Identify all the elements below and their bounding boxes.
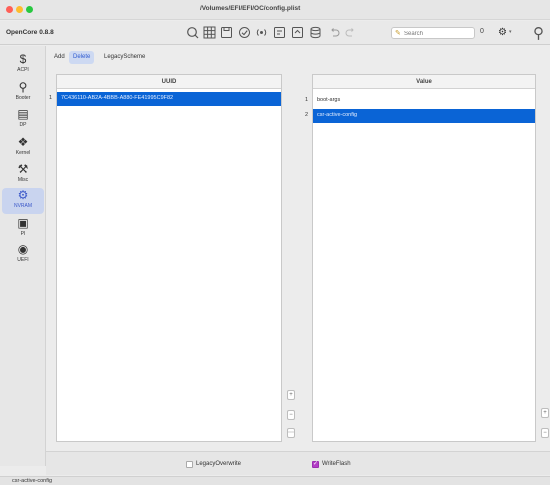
add-uuid-button[interactable]: +: [287, 390, 295, 400]
sidebar-item-label: PI: [20, 231, 26, 237]
import-icon[interactable]: [273, 26, 286, 39]
sidebar-item-label: DP: [19, 122, 27, 128]
value-cell: csr-active-config: [317, 112, 358, 118]
chevron-down-icon[interactable]: ▾: [509, 29, 512, 35]
search-input[interactable]: [404, 29, 472, 38]
uefi-icon: ◉: [17, 242, 29, 256]
kernel-icon: ❖: [17, 135, 29, 149]
sidebar-item-kernel[interactable]: ❖ Kernel: [2, 135, 44, 161]
radio-icon[interactable]: [255, 26, 268, 39]
sidebar-item-label: Kernel: [15, 150, 31, 156]
tab-delete[interactable]: Delete: [69, 51, 95, 64]
toolbar: OpenCore 0.8.8 ✎ 0 ⚙ ▾ ⚲: [0, 21, 550, 45]
platform-info-icon: ▣: [17, 216, 29, 230]
sidebar-item-nvram[interactable]: ⚙ NVRAM: [2, 188, 44, 214]
sidebar-item-label: NVRAM: [13, 203, 33, 209]
row-index: 2: [305, 112, 309, 118]
more-uuid-button[interactable]: ⋯: [287, 428, 295, 438]
remove-uuid-button[interactable]: −: [287, 410, 295, 420]
table-row[interactable]: 1 7C436110-AB2A-4BBB-A880-FE41995C9F82: [49, 92, 281, 106]
sidebar-item-misc[interactable]: ⚒ Misc: [2, 162, 44, 188]
window-title: /Volumes/EFI/EFI/OC/config.plist: [200, 5, 301, 12]
misc-icon: ⚒: [17, 162, 29, 176]
legacy-overwrite-checkbox[interactable]: [186, 461, 193, 468]
sidebar-item-acpi[interactable]: $ ACPI: [2, 52, 44, 78]
sidebar-item-label: Misc: [17, 177, 29, 183]
undo-icon[interactable]: [328, 26, 341, 39]
gear-icon[interactable]: ⚙: [498, 27, 507, 38]
sidebar-item-dp[interactable]: ▤ DP: [2, 107, 44, 133]
row-index: 1: [49, 95, 53, 101]
find-icon[interactable]: ⚲: [533, 24, 544, 42]
options-bar: LegacyOverwrite WriteFlash: [46, 451, 550, 475]
search-icon: ✎: [395, 30, 401, 37]
sidebar: $ ACPI ⚲ Booter ▤ DP ❖ Kernel ⚒ Misc ⚙ N…: [0, 46, 46, 466]
app-name: OpenCore 0.8.8: [6, 29, 54, 36]
grid-icon[interactable]: [203, 26, 216, 39]
acpi-icon: $: [19, 52, 27, 66]
check-icon[interactable]: [238, 26, 251, 39]
tab-legacyscheme[interactable]: LegacyScheme: [100, 51, 149, 64]
status-text: csr-active-config: [12, 478, 53, 484]
add-value-button[interactable]: +: [541, 408, 549, 418]
status-bar: csr-active-config: [0, 476, 550, 485]
search-box[interactable]: ✎: [391, 27, 475, 39]
booter-icon: ⚲: [18, 80, 28, 94]
uuid-column-header: UUID: [57, 75, 281, 89]
uuid-table: UUID 1 7C436110-AB2A-4BBB-A880-FE41995C9…: [49, 74, 282, 442]
row-index: 1: [305, 97, 309, 103]
magnifier-icon[interactable]: [186, 26, 199, 39]
redo-icon[interactable]: [344, 26, 357, 39]
sidebar-item-label: Booter: [15, 95, 31, 101]
minimize-window-button[interactable]: [16, 6, 23, 13]
value-column-header: Value: [313, 75, 535, 89]
config-stepper[interactable]: 0 ⚙ ▾: [480, 27, 514, 39]
remove-value-button[interactable]: −: [541, 428, 549, 438]
value-cell: boot-args: [317, 97, 341, 103]
value-table: Value 1 boot-args 2 csr-active-config: [305, 74, 536, 442]
write-flash-label: WriteFlash: [322, 461, 351, 467]
nvram-icon: ⚙: [17, 188, 29, 202]
stepper-value: 0: [480, 28, 484, 35]
table-row[interactable]: 1 boot-args: [305, 94, 535, 108]
zoom-window-button[interactable]: [26, 6, 33, 13]
close-window-button[interactable]: [6, 6, 13, 13]
database-icon[interactable]: [309, 26, 322, 39]
export-icon[interactable]: [291, 26, 304, 39]
title-bar: /Volumes/EFI/EFI/OC/config.plist: [0, 0, 550, 20]
sidebar-item-label: UEFI: [17, 257, 29, 263]
sidebar-item-pi[interactable]: ▣ PI: [2, 216, 44, 242]
write-flash-checkbox[interactable]: [312, 460, 319, 468]
device-properties-icon: ▤: [17, 107, 29, 121]
tab-add[interactable]: Add: [50, 51, 69, 64]
sidebar-item-booter[interactable]: ⚲ Booter: [2, 80, 44, 106]
legacy-overwrite-label: LegacyOverwrite: [196, 461, 242, 467]
sidebar-item-label: ACPI: [17, 67, 29, 73]
uuid-value: 7C436110-AB2A-4BBB-A880-FE41995C9F82: [61, 95, 174, 101]
sidebar-item-uefi[interactable]: ◉ UEFI: [2, 242, 44, 268]
table-row[interactable]: 2 csr-active-config: [305, 109, 535, 123]
save-icon[interactable]: [220, 26, 233, 39]
